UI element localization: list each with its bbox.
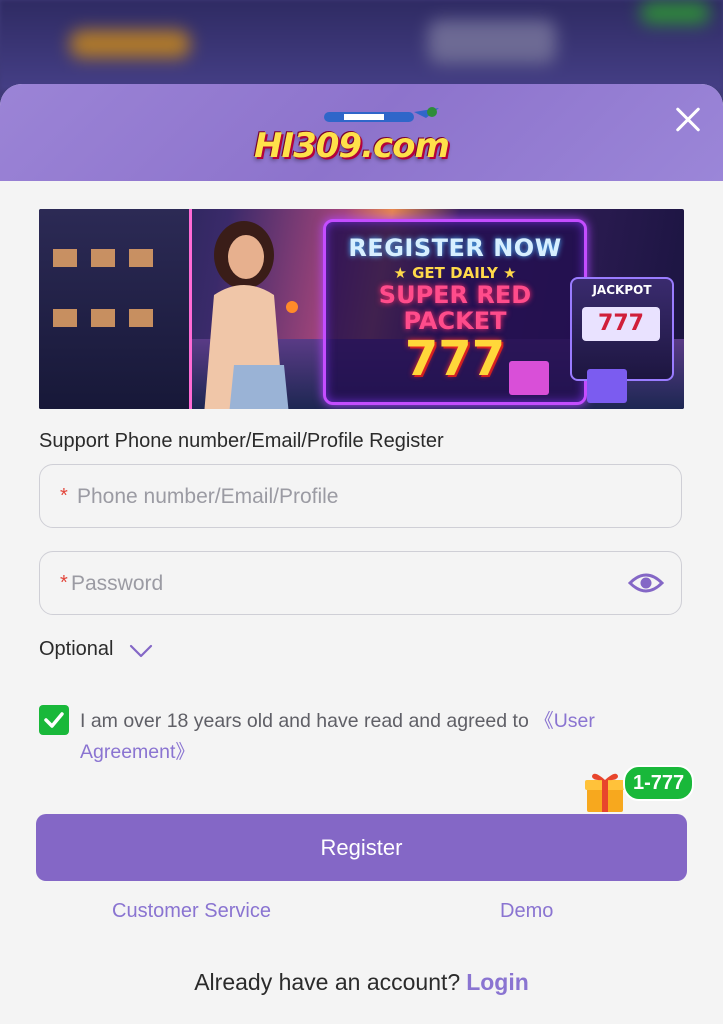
slot-reels: 777 [582, 307, 660, 341]
building-window [129, 309, 153, 327]
already-text: Already have an account? [194, 969, 461, 995]
close-icon[interactable] [668, 100, 708, 140]
register-button[interactable]: Register [36, 814, 687, 881]
slot-machine: JACKPOT 777 [570, 277, 674, 381]
site-logo: HI309.com [254, 107, 474, 172]
gift-box-icon [587, 369, 627, 403]
background-logo [70, 30, 190, 58]
building-window [53, 309, 77, 327]
modal-header: HI309.com [0, 84, 723, 181]
banner-line-super-red: SUPER RED [378, 281, 532, 309]
agreement-checkbox[interactable] [39, 705, 69, 735]
building-window [53, 249, 77, 267]
building-window [129, 249, 153, 267]
account-placeholder: Phone number/Email/Profile [77, 485, 339, 508]
optional-toggle[interactable]: Optional [39, 638, 114, 661]
plane-icon [324, 107, 439, 122]
login-prompt: Already have an account? Login [0, 969, 723, 996]
check-icon [44, 712, 64, 728]
promo-banner[interactable]: REGISTER NOW ★ GET DAILY ★ SUPER RED PAC… [39, 209, 684, 409]
gift-icon[interactable] [584, 770, 626, 814]
logo-text: HI309.com [254, 126, 450, 166]
building-window [91, 309, 115, 327]
demo-link[interactable]: Demo [500, 900, 553, 923]
agreement-text: I am over 18 years old and have read and… [80, 706, 660, 768]
agreement-statement: I am over 18 years old and have read and… [80, 710, 535, 732]
required-mark: * [60, 485, 68, 507]
building-window [91, 249, 115, 267]
gift-box-icon [509, 361, 549, 395]
login-link[interactable]: Login [466, 969, 529, 995]
banner-headline: REGISTER NOW [348, 234, 562, 262]
password-input[interactable]: * Password [39, 551, 682, 615]
support-label: Support Phone number/Email/Profile Regis… [39, 430, 444, 452]
banner-woman-figure [204, 221, 298, 409]
background-badge [640, 2, 710, 24]
account-input[interactable]: * Phone number/Email/Profile [39, 464, 682, 528]
eye-icon[interactable] [628, 570, 664, 596]
background-app-bar [0, 0, 723, 90]
banner-subline: ★ GET DAILY ★ [393, 264, 517, 282]
slot-label: JACKPOT [592, 283, 652, 297]
register-modal: HI309.com REGISTER NOW ★ GET DAILY ★ SUP… [0, 84, 723, 1024]
password-placeholder: Password [71, 572, 164, 595]
required-mark: * [60, 572, 68, 594]
customer-service-link[interactable]: Customer Service [112, 900, 271, 923]
banner-building [39, 209, 192, 409]
promo-badge[interactable]: 1-777 [623, 765, 695, 801]
background-button [428, 20, 556, 64]
chevron-down-icon[interactable] [129, 643, 153, 659]
